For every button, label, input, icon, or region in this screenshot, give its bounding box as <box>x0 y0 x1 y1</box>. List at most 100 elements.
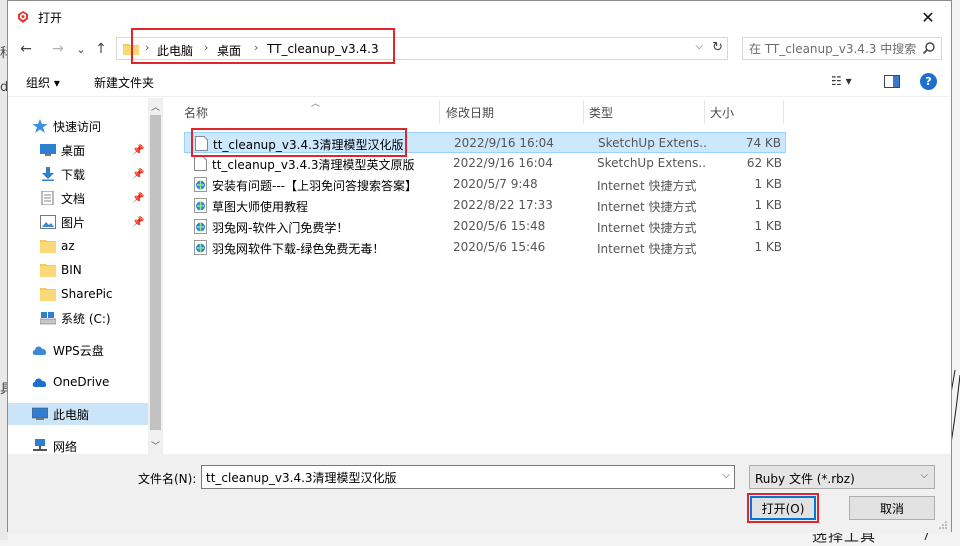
scroll-down-icon[interactable]: ﹀ <box>148 438 163 453</box>
scroll-up-icon[interactable]: ︿ <box>148 99 163 114</box>
open-button[interactable]: 打开(O) <box>750 496 816 520</box>
dialog-footer: 文件名(N): ⌵ Ruby 文件 (*.rbz) ⌵ 打开(O) 取消 <box>8 454 951 533</box>
file-name: 羽兔网软件下载-绿色免费无毒！ <box>212 242 385 256</box>
file-type: SketchUp Extens... <box>597 156 707 170</box>
file-date: 2020/5/6 15:46 <box>453 240 546 254</box>
file-name: 安装有问题---【上羽免问答搜索答案】 <box>212 179 417 193</box>
document-icon <box>41 191 54 205</box>
chevron-down-icon[interactable]: ⌵ <box>722 470 730 481</box>
file-row[interactable]: tt_cleanup_v3.4.3清理模型汉化版 2022/9/16 16:04… <box>184 132 786 153</box>
picture-icon <box>40 215 56 229</box>
sidebar-item-label: OneDrive <box>53 375 110 389</box>
sidebar-item-system-c[interactable]: 系统 (C:) <box>8 307 148 329</box>
search-box[interactable] <box>742 37 942 60</box>
column-divider[interactable] <box>583 100 584 124</box>
sidebar-item-label: az <box>61 239 75 253</box>
pin-icon[interactable]: 📌 <box>132 217 144 228</box>
breadcrumb-this-pc[interactable]: 此电脑 <box>157 42 193 59</box>
star-icon <box>32 119 48 133</box>
sidebar-item-az[interactable]: az <box>8 235 148 257</box>
folder-icon <box>40 288 56 301</box>
file-type: SketchUp Extens... <box>598 136 708 150</box>
sidebar-item-this-pc[interactable]: 此电脑 <box>8 403 148 425</box>
sidebar-item-label: 此电脑 <box>53 407 90 422</box>
file-size: 1 KB <box>754 198 782 212</box>
pin-icon[interactable]: 📌 <box>132 169 144 180</box>
cloud-icon <box>32 378 47 387</box>
column-header-size[interactable]: 大小 <box>710 104 734 121</box>
file-type: Internet 快捷方式 <box>597 242 697 256</box>
breadcrumb-desktop[interactable]: 桌面 <box>217 42 241 59</box>
column-divider[interactable] <box>704 100 705 124</box>
sidebar-item-label: WPS云盘 <box>53 343 104 358</box>
sidebar-item-downloads[interactable]: 下载 📌 <box>8 163 148 185</box>
search-input[interactable] <box>743 38 919 59</box>
filename-input[interactable] <box>202 466 711 488</box>
scrollbar-thumb[interactable] <box>150 115 161 430</box>
sidebar-item-quick-access[interactable]: 快速访问 <box>8 115 148 137</box>
up-icon[interactable]: ↑ <box>92 40 110 58</box>
drive-icon <box>40 312 56 325</box>
address-bar[interactable]: › 此电脑 › 桌面 › TT_cleanup_v3.4.3 ⌵ ↻ <box>116 37 728 60</box>
folder-icon <box>123 44 139 55</box>
internet-shortcut-icon <box>194 177 207 192</box>
pin-icon[interactable]: 📌 <box>132 145 144 156</box>
file-row[interactable]: 安装有问题---【上羽免问答搜索答案】 2020/5/7 9:48 Intern… <box>184 174 786 195</box>
search-icon[interactable] <box>922 41 936 55</box>
sidebar-item-onedrive[interactable]: OneDrive <box>8 371 148 393</box>
sidebar-item-pictures[interactable]: 图片 📌 <box>8 211 148 233</box>
file-type: Internet 快捷方式 <box>597 179 697 193</box>
sidebar-item-label: 网络 <box>53 439 78 454</box>
column-divider[interactable] <box>439 100 440 124</box>
file-icon <box>195 136 208 151</box>
chevron-right-icon: › <box>204 41 209 54</box>
recent-locations-icon[interactable]: ⌄ <box>72 40 90 58</box>
filetype-select[interactable]: Ruby 文件 (*.rbz) ⌵ <box>749 465 935 489</box>
sidebar-item-label: 图片 <box>61 215 86 230</box>
file-date: 2022/9/16 16:04 <box>453 156 553 170</box>
file-date: 2022/9/16 16:04 <box>454 136 554 150</box>
help-icon[interactable]: ? <box>920 73 937 90</box>
back-icon[interactable]: ← <box>17 40 35 58</box>
resize-grip-icon[interactable] <box>938 520 948 530</box>
filename-label: 文件名(N): <box>138 472 197 486</box>
sidebar-item-documents[interactable]: 文档 📌 <box>8 187 148 209</box>
folder-icon <box>40 264 56 277</box>
chevron-down-icon[interactable]: ⌵ <box>695 41 703 52</box>
close-button[interactable]: ✕ <box>905 1 951 33</box>
file-name: 草图大师使用教程 <box>212 200 309 214</box>
file-row[interactable]: 羽兔网-软件入门免费学！ 2020/5/6 15:48 Internet 快捷方… <box>184 216 786 237</box>
command-bar: 组织 ▾ 新建文件夹 ☷ ▾ ? <box>8 68 951 97</box>
sidebar-item-label: BIN <box>61 263 82 277</box>
sidebar-item-wps-cloud[interactable]: WPS云盘 <box>8 339 148 361</box>
file-row[interactable]: tt_cleanup_v3.4.3清理模型英文原版 2022/9/16 16:0… <box>184 153 786 174</box>
pin-icon[interactable]: 📌 <box>132 193 144 204</box>
breadcrumb-current-folder[interactable]: TT_cleanup_v3.4.3 <box>267 42 379 56</box>
file-row[interactable]: 羽兔网软件下载-绿色免费无毒！ 2020/5/6 15:46 Internet … <box>184 237 786 258</box>
sidebar-item-sharepic[interactable]: SharePic <box>8 283 148 305</box>
column-divider[interactable] <box>783 100 784 124</box>
refresh-icon[interactable]: ↻ <box>712 40 723 55</box>
folder-icon <box>40 240 56 253</box>
file-list: 名称 ︿ 修改日期 类型 大小 tt_cleanup_v3.4.3清理模型汉化版… <box>171 98 951 454</box>
forward-icon[interactable]: → <box>49 40 67 58</box>
sidebar-scrollbar[interactable]: ︿ ﹀ <box>148 98 163 454</box>
column-header-type[interactable]: 类型 <box>589 104 613 121</box>
organize-button[interactable]: 组织 ▾ <box>26 74 60 91</box>
chevron-right-icon: › <box>254 41 259 54</box>
new-folder-button[interactable]: 新建文件夹 <box>94 74 154 91</box>
sidebar-item-desktop[interactable]: 桌面 📌 <box>8 139 148 161</box>
file-name: 羽兔网-软件入门免费学！ <box>212 221 349 235</box>
preview-pane-icon[interactable] <box>884 73 900 89</box>
cancel-button[interactable]: 取消 <box>849 496 935 520</box>
internet-shortcut-icon <box>194 219 207 234</box>
view-options-icon[interactable]: ☷ ▾ <box>831 73 852 89</box>
sidebar-item-bin[interactable]: BIN <box>8 259 148 281</box>
column-header-date[interactable]: 修改日期 <box>446 104 494 121</box>
computer-icon <box>32 407 48 420</box>
column-header-name[interactable]: 名称 <box>184 104 208 121</box>
navigation-pane: 快速访问 桌面 📌 下载 📌 文档 📌 图片 📌 az BIN SharePic… <box>8 98 163 454</box>
filename-combobox[interactable]: ⌵ <box>201 465 735 489</box>
sidebar-item-label: 下载 <box>61 167 86 182</box>
file-row[interactable]: 草图大师使用教程 2022/8/22 17:33 Internet 快捷方式 1… <box>184 195 786 216</box>
